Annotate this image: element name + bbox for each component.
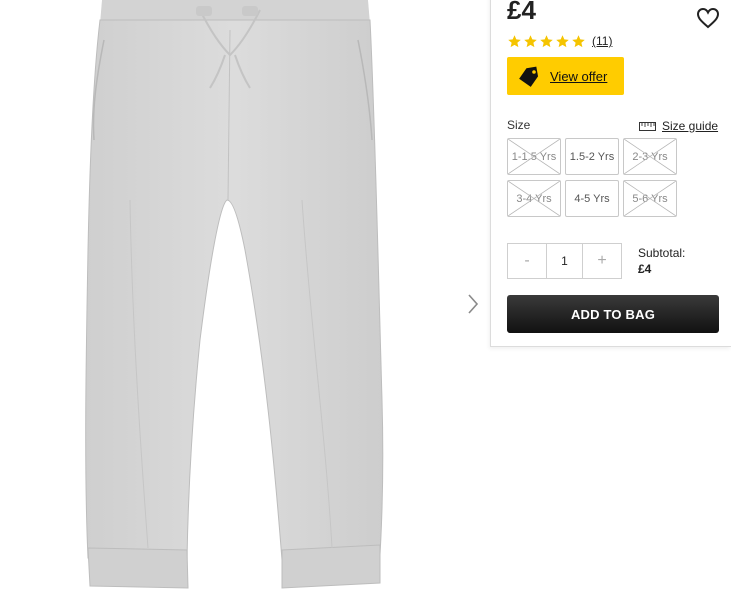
size-option-1-5-2-yrs[interactable]: 1.5-2 Yrs <box>565 138 619 175</box>
subtotal-label: Subtotal: <box>638 246 686 260</box>
size-option-label: 4-5 Yrs <box>574 192 610 205</box>
view-offer-label: View offer <box>550 68 608 84</box>
size-option-4-5-yrs[interactable]: 4-5 Yrs <box>565 180 619 217</box>
size-option-3-4-yrs[interactable]: 3-4 Yrs <box>507 180 561 217</box>
ruler-icon <box>639 121 656 131</box>
purchase-panel: £4 (11) View offer Size Size guide 1-1.5… <box>490 0 731 347</box>
star-icon <box>524 34 537 47</box>
size-option-label: 2-3 Yrs <box>632 150 668 163</box>
size-option-label: 5-6 Yrs <box>632 192 668 205</box>
star-icon <box>540 34 553 47</box>
quantity-decrease-button[interactable]: - <box>508 244 546 278</box>
review-count-link[interactable]: (11) <box>592 34 612 48</box>
size-options: 1-1.5 Yrs 1.5-2 Yrs 2-3 Yrs 3-4 Yrs 4-5 … <box>507 138 677 217</box>
subtotal-amount: £4 <box>638 262 652 276</box>
quantity-stepper: - + <box>507 243 622 279</box>
size-guide-label: Size guide <box>662 119 719 133</box>
size-option-label: 1.5-2 Yrs <box>569 150 615 163</box>
size-option-label: 1-1.5 Yrs <box>511 150 557 163</box>
size-guide-link[interactable]: Size guide <box>639 119 718 133</box>
view-offer-button[interactable]: View offer <box>507 57 624 95</box>
tag-icon <box>519 66 539 87</box>
subtotal: Subtotal: £4 <box>638 245 685 277</box>
add-to-bag-button[interactable]: ADD TO BAG <box>507 295 719 333</box>
size-option-1-1-5-yrs[interactable]: 1-1.5 Yrs <box>507 138 561 175</box>
product-image <box>85 0 384 589</box>
star-icon <box>508 34 521 47</box>
star-rating <box>507 34 586 49</box>
product-price: £4 <box>507 0 536 25</box>
chevron-right-icon <box>468 294 479 314</box>
quantity-input[interactable] <box>546 244 583 278</box>
size-option-2-3-yrs[interactable]: 2-3 Yrs <box>623 138 677 175</box>
star-icon <box>572 34 585 47</box>
heart-icon <box>696 7 720 29</box>
wishlist-button[interactable] <box>695 5 721 31</box>
product-gallery <box>0 0 490 598</box>
size-label: Size <box>507 118 531 132</box>
size-option-5-6-yrs[interactable]: 5-6 Yrs <box>623 180 677 217</box>
star-icon <box>556 34 569 47</box>
next-image-button[interactable] <box>462 290 484 318</box>
quantity-increase-button[interactable]: + <box>583 244 621 278</box>
size-option-label: 3-4 Yrs <box>516 192 552 205</box>
product-rating: (11) <box>507 32 612 50</box>
